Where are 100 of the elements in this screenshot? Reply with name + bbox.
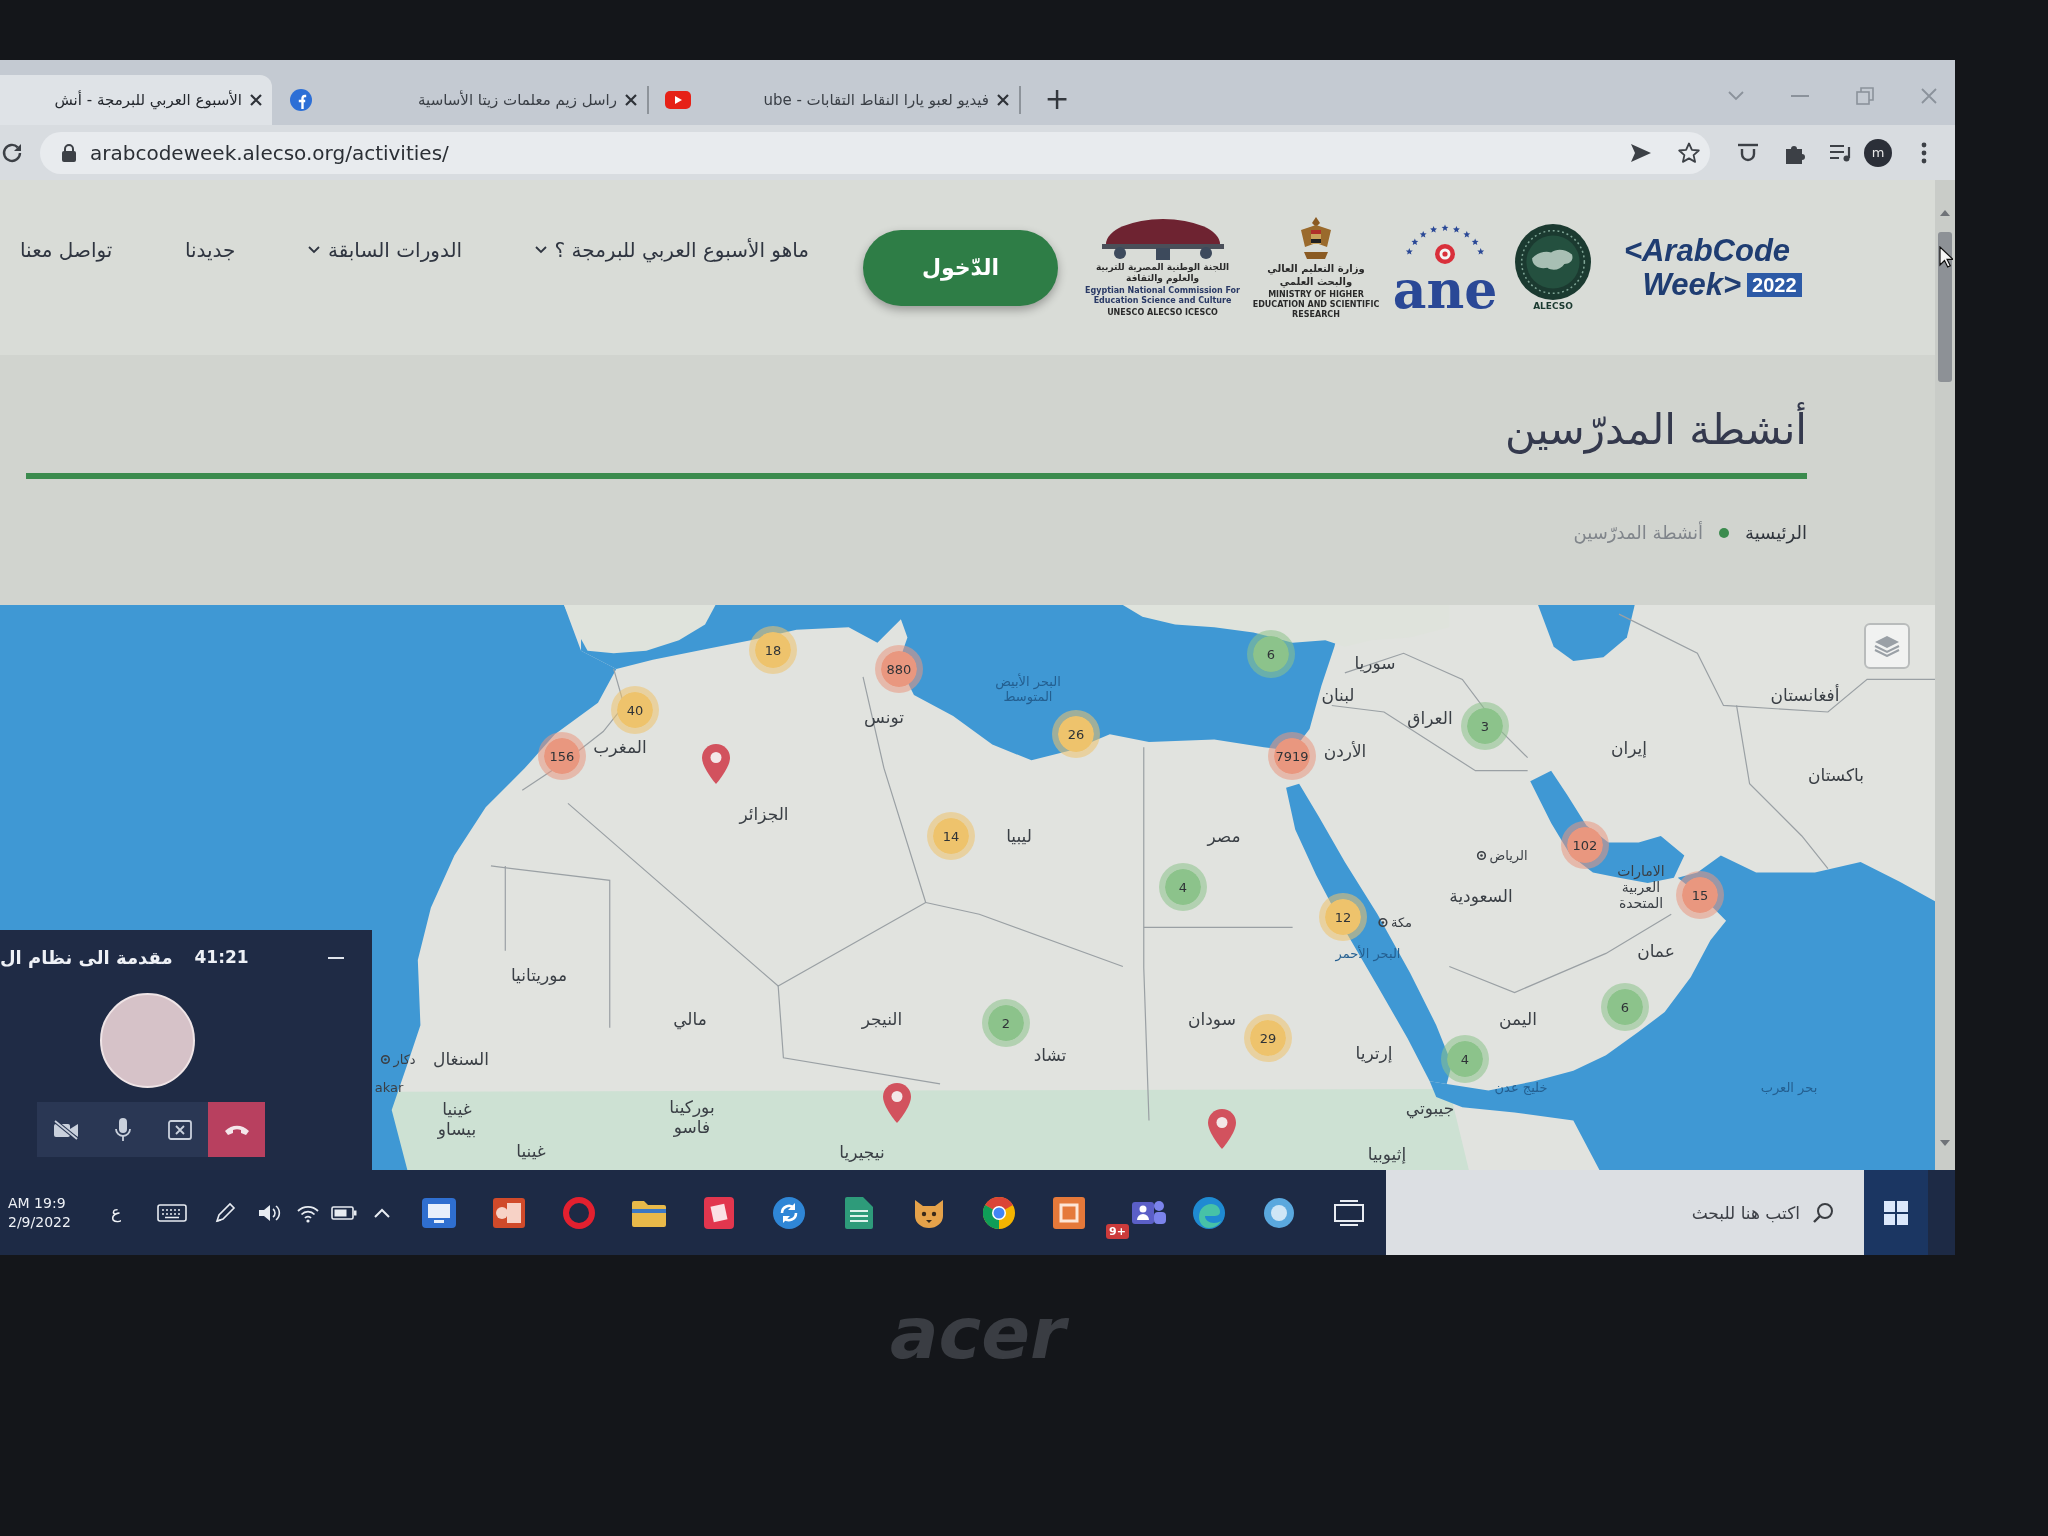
task-view-icon[interactable] <box>1334 1199 1364 1226</box>
scroll-up-icon[interactable] <box>1940 210 1950 216</box>
disc-emblem-icon <box>1515 224 1591 300</box>
cursor-icon <box>1939 246 1953 268</box>
tray-icon[interactable] <box>1737 142 1759 163</box>
speaker-icon[interactable] <box>258 1202 282 1223</box>
logo-wordmark: ane <box>1392 265 1498 314</box>
country-label: غينيا بيساو <box>436 1099 478 1139</box>
country-label: تونس <box>864 707 904 727</box>
social-icon <box>290 89 312 111</box>
send-icon[interactable] <box>1630 142 1652 163</box>
address-bar[interactable]: arabcodeweek.alecso.org/activities/ <box>40 131 1710 174</box>
country-label: إثيوبيا <box>1367 1144 1407 1164</box>
logo-year: 2022 <box>1747 272 1802 297</box>
country-label: السعودية <box>1449 886 1513 906</box>
country-label: النيجر <box>861 1009 903 1029</box>
logo-caption: اللجنة الوطنية المصرية للتربية والعلوم والثقافة <box>1094 261 1231 284</box>
crest-emblem-icon <box>1299 215 1333 260</box>
search-field[interactable]: اكتب هنا للبحث <box>1386 1170 1806 1255</box>
scrollbar-thumb[interactable] <box>1938 232 1952 382</box>
caret-up-icon[interactable] <box>374 1207 390 1218</box>
country-label: إيران <box>1611 738 1647 758</box>
spreadsheet-icon[interactable] <box>845 1196 873 1229</box>
phone-icon <box>223 1123 250 1136</box>
city-label: مكة <box>1390 914 1413 930</box>
cat-face-icon[interactable] <box>913 1197 945 1228</box>
nav-link[interactable]: ماهو الأسبوع العربي للبرمجة ؟ <box>534 234 809 265</box>
city-marker-icon <box>1476 850 1487 860</box>
logo-wordmark: Week> <box>1642 269 1741 300</box>
notification-badge: 9+ <box>1106 1224 1129 1239</box>
nav-link[interactable]: جديدنا <box>184 234 236 265</box>
logo-wordmark: <ArabCode <box>1623 235 1791 266</box>
country-label: مالي <box>673 1009 707 1029</box>
logo-caption: UNESCO ALECSO ICESCO <box>1107 307 1218 318</box>
scroll-down-icon[interactable] <box>1940 1140 1950 1146</box>
ring-icon[interactable] <box>563 1196 595 1229</box>
logo-caption: MINISTRY OF HIGHER EDUCATION AND SCIENTIFIC RESEARCH <box>1251 289 1381 320</box>
monitor-icon[interactable] <box>422 1197 456 1228</box>
country-label: مصر <box>1207 826 1241 846</box>
close-icon[interactable] <box>997 94 1009 106</box>
start-button[interactable] <box>1864 1170 1928 1255</box>
city-marker-icon <box>1377 917 1388 927</box>
country-label: الجزائر <box>739 804 789 824</box>
breadcrumb-link[interactable]: الرئيسية <box>1745 519 1807 546</box>
country-label: اليمن <box>1499 1009 1537 1029</box>
swirl-icon[interactable] <box>1193 1196 1225 1229</box>
country-label: السنغال <box>433 1049 489 1069</box>
country-label: جيبوتي <box>1405 1098 1455 1118</box>
map-pin-icon[interactable] <box>702 744 730 784</box>
browser-tab[interactable]: الأسبوع العربي للبرمجة - أنش <box>0 75 272 125</box>
login-button[interactable]: الدّخول <box>863 229 1058 306</box>
call-timer: 41:21 <box>194 945 249 969</box>
more-icon[interactable] <box>1921 141 1927 164</box>
country-label: أفغانستان <box>1770 685 1840 705</box>
close-icon[interactable] <box>625 94 637 106</box>
image-frame-icon[interactable] <box>1053 1196 1085 1229</box>
hang-up-button[interactable] <box>208 1102 265 1157</box>
new-tab-button[interactable]: + <box>1039 81 1075 117</box>
country-label: غينيا <box>516 1141 546 1161</box>
map-pin-icon[interactable] <box>1208 1109 1236 1149</box>
country-label: الأردن <box>1323 741 1367 761</box>
close-icon[interactable] <box>250 94 262 106</box>
camera-off-icon <box>52 1119 79 1140</box>
tilted-square-icon[interactable] <box>704 1196 734 1229</box>
logo-caption: Egyptian National Commission For Education Science and Culture <box>1084 285 1241 306</box>
window-panes-icon <box>1884 1200 1908 1225</box>
layers-icon <box>1874 635 1900 657</box>
circle-app-icon[interactable] <box>1263 1196 1295 1229</box>
country-label: سوريا <box>1354 653 1396 673</box>
nav-link[interactable]: الدورات السابقة <box>307 234 463 265</box>
country-label: بوركينا فاسو <box>668 1097 716 1137</box>
country-label: ليبيا <box>1006 826 1032 846</box>
clock-time[interactable]: AM 19:9 <box>8 1196 66 1210</box>
circular-arrows-icon[interactable] <box>773 1196 805 1229</box>
battery-icon[interactable] <box>331 1205 357 1220</box>
breadcrumb-separator-icon <box>1719 527 1729 538</box>
country-label: سودان <box>1188 1009 1236 1029</box>
country-label: إرتريا <box>1355 1043 1393 1063</box>
country-label: باكستان <box>1808 765 1864 785</box>
map-pin-icon[interactable] <box>883 1083 911 1123</box>
clock-date[interactable]: 2/9/2022 <box>8 1215 71 1229</box>
browser-tab[interactable]: راسل زيم معلمات زيتا الأساسية <box>272 75 647 125</box>
language-indicator[interactable]: ع <box>110 1204 122 1221</box>
country-label: لبنان <box>1321 685 1355 705</box>
folder-icon[interactable] <box>632 1198 666 1227</box>
profile-button[interactable]: m <box>1864 138 1892 167</box>
star-icon[interactable] <box>1678 141 1700 164</box>
country-label: الامارات العربية المتحدة <box>1616 863 1666 911</box>
country-label: العراق <box>1407 708 1453 728</box>
play-icon <box>665 91 691 109</box>
browser-icon[interactable] <box>983 1196 1015 1229</box>
pen-icon[interactable] <box>214 1201 236 1224</box>
browser-tab[interactable]: فيديو لعبو يارا النقاط التقابات - ube <box>649 75 1019 125</box>
nav-link[interactable]: تواصل معنا <box>20 234 113 265</box>
call-title: مقدمة الى نظام ال <box>0 946 173 970</box>
city-label: الرياض <box>1489 847 1528 863</box>
minimize-icon[interactable] <box>328 956 344 959</box>
keyboard-icon[interactable] <box>157 1203 187 1222</box>
playlist-icon[interactable] <box>1829 142 1853 163</box>
presentation-icon[interactable] <box>493 1197 525 1228</box>
